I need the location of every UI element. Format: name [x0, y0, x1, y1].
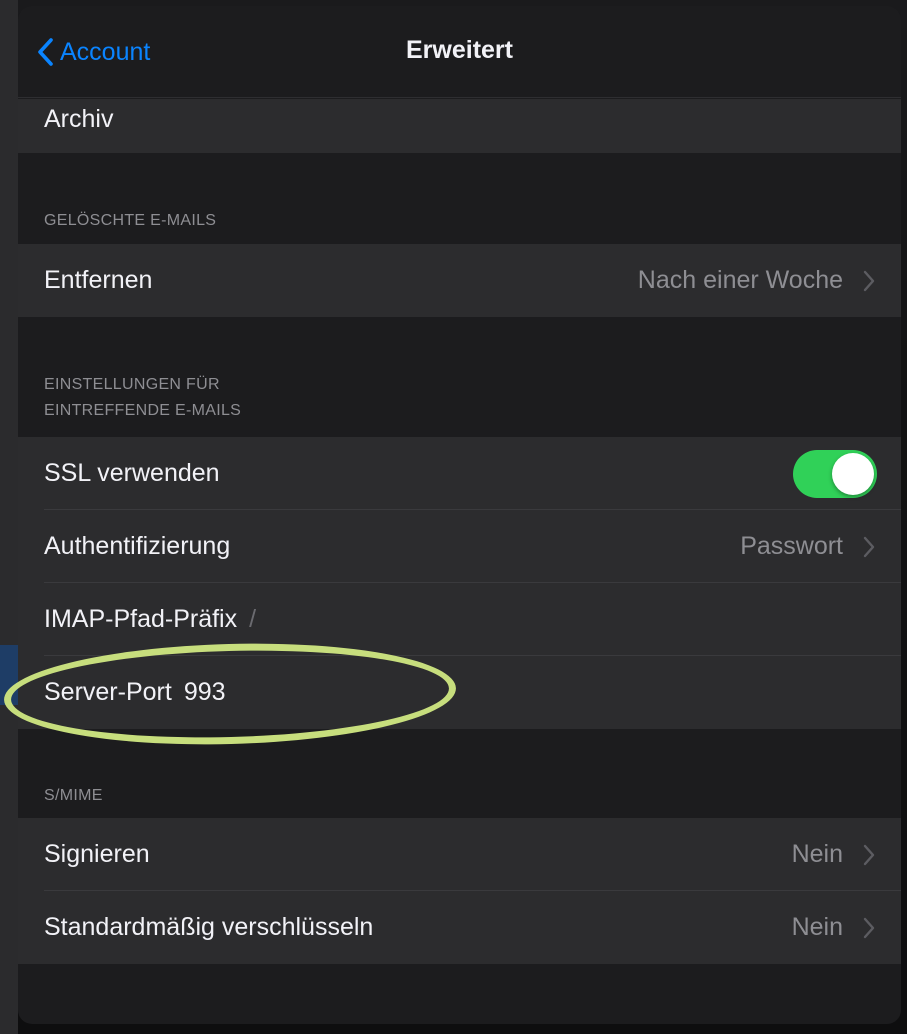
chevron-right-icon — [863, 917, 875, 939]
row-archiv-label: Archiv — [44, 105, 114, 133]
section-header-incoming-line2: EINTREFFENDE E-MAILS — [44, 402, 242, 419]
chevron-right-icon — [863, 270, 875, 292]
row-ssl-label: SSL verwenden — [44, 459, 220, 487]
toggle-knob — [832, 453, 874, 495]
port-label-text: Server-Port — [44, 678, 172, 706]
row-auth-label: Authentifizierung — [44, 532, 231, 560]
row-ssl: SSL verwenden — [18, 437, 901, 510]
page-title: Erweitert — [406, 36, 513, 64]
row-authentifizierung[interactable]: Authentifizierung Passwort — [18, 510, 901, 583]
section-header-incoming: EINSTELLUNGEN FÜR EINTREFFENDE E-MAILS — [44, 372, 241, 424]
row-imap-label: IMAP-Pfad-Präfix / — [44, 605, 256, 634]
background-sidebar — [0, 0, 18, 1034]
row-archiv[interactable]: Archiv — [18, 99, 901, 153]
imap-prefix-input[interactable]: / — [249, 605, 256, 633]
ssl-toggle[interactable] — [793, 450, 877, 498]
row-imap-prefix[interactable]: IMAP-Pfad-Präfix / — [18, 583, 901, 656]
settings-sheet: Account Erweitert Archiv GELÖSCHTE E-MAI… — [18, 6, 901, 1024]
row-server-port[interactable]: Server-Port 993 — [18, 656, 901, 729]
section-header-deleted: GELÖSCHTE E-MAILS — [44, 212, 217, 229]
chevron-right-icon — [863, 844, 875, 866]
background-selected-item — [0, 645, 18, 705]
row-verschluesseln-label: Standardmäßig verschlüsseln — [44, 913, 374, 941]
navigation-bar: Account Erweitert — [18, 6, 901, 98]
row-signieren-value: Nein — [791, 840, 843, 868]
server-port-input[interactable]: 993 — [184, 678, 226, 706]
row-entfernen-value: Nach einer Woche — [637, 266, 843, 294]
imap-label-text: IMAP-Pfad-Präfix — [44, 605, 238, 633]
row-signieren[interactable]: Signieren Nein — [18, 818, 901, 891]
row-entfernen[interactable]: Entfernen Nach einer Woche — [18, 244, 901, 317]
section-header-smime: S/MIME — [44, 787, 103, 804]
row-verschluesseln[interactable]: Standardmäßig verschlüsseln Nein — [18, 891, 901, 964]
row-auth-value: Passwort — [740, 532, 843, 560]
chevron-right-icon — [863, 536, 875, 558]
section-header-incoming-line1: EINSTELLUNGEN FÜR — [44, 376, 220, 393]
row-entfernen-label: Entfernen — [44, 266, 153, 294]
row-signieren-label: Signieren — [44, 840, 150, 868]
row-verschluesseln-value: Nein — [791, 913, 843, 941]
row-port-label: Server-Port 993 — [44, 678, 226, 707]
